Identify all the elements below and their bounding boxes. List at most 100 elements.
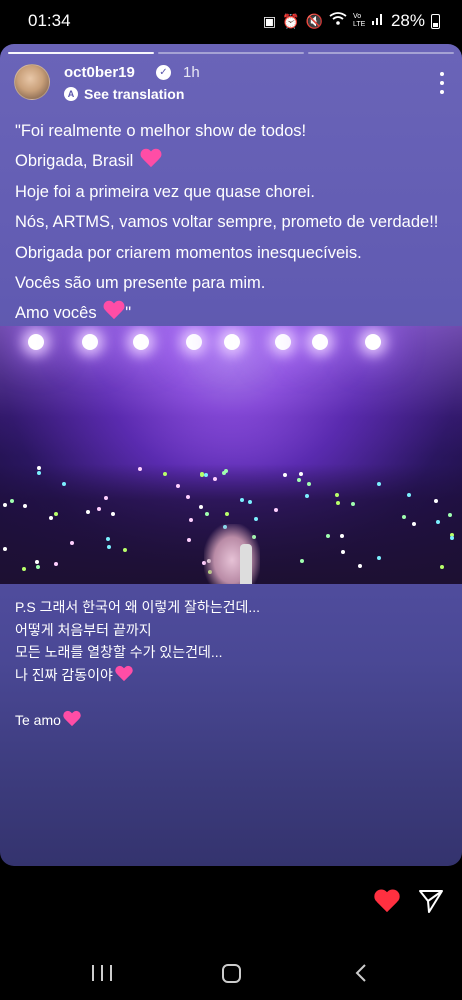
lightstick [440, 565, 444, 569]
status-bar: 01:34 ▣ ⏰ 🔇 Vo LTE 28% [0, 0, 462, 40]
android-nav-bar [0, 936, 462, 1000]
lightstick [23, 504, 27, 508]
lightstick [341, 550, 345, 554]
lightstick [176, 484, 180, 488]
stage-light-icon [133, 334, 149, 350]
lightstick [189, 518, 193, 522]
save-icon: ▣ [262, 13, 277, 29]
pink-heart-icon [115, 666, 133, 682]
stage-light-icon [312, 334, 328, 350]
lightstick [297, 478, 301, 482]
lightstick [274, 508, 278, 512]
translate-icon[interactable]: A [64, 87, 78, 101]
stage-light-icon [28, 334, 44, 350]
status-icons: ▣ ⏰ 🔇 Vo LTE 28% [263, 11, 440, 31]
send-icon[interactable] [418, 888, 444, 914]
lightstick [49, 516, 53, 520]
lightstick [199, 505, 203, 509]
ps-line: 모든 노래를 열창할 수가 있는건데... [15, 644, 223, 660]
lightstick [335, 493, 339, 497]
stage-light-icon [82, 334, 98, 350]
lightstick [107, 545, 111, 549]
pink-heart-icon [63, 711, 81, 727]
lightstick [163, 472, 167, 476]
lightstick [111, 512, 115, 516]
caption-line: "Foi realmente o melhor show de todos! [15, 122, 307, 140]
lightstick [62, 482, 66, 486]
lightstick [104, 496, 108, 500]
progress-segment [158, 52, 304, 54]
lightstick [222, 471, 226, 475]
lightstick [434, 499, 438, 503]
concert-photo [0, 326, 462, 584]
story-footer [0, 866, 462, 936]
verified-icon: ✓ [156, 65, 171, 80]
back-icon[interactable] [354, 963, 368, 983]
lightstick [10, 499, 14, 503]
lightstick [358, 564, 362, 568]
lightstick [407, 493, 411, 497]
ps-line: P.S 그래서 한국어 왜 이렇게 잘하는건데... [15, 599, 261, 615]
lightstick [36, 565, 40, 569]
lightstick [436, 520, 440, 524]
lightstick [70, 541, 74, 545]
lightstick [283, 473, 287, 477]
pink-heart-icon [103, 301, 125, 321]
lightstick [450, 536, 454, 540]
lightstick [106, 537, 110, 541]
lightstick [22, 567, 26, 571]
recents-icon[interactable] [92, 965, 112, 981]
lightstick [54, 512, 58, 516]
lightstick [336, 501, 340, 505]
lightstick [377, 556, 381, 560]
stage-light-icon [186, 334, 202, 350]
status-time: 01:34 [28, 11, 71, 30]
lightstick [448, 513, 452, 517]
stage-light-icon [365, 334, 381, 350]
lightstick [254, 517, 258, 521]
lightstick [204, 473, 208, 477]
stage-light-icon [224, 334, 240, 350]
username[interactable]: oct0ber19 [64, 64, 135, 81]
caption-line: Obrigada por criarem momentos inesquecív… [15, 243, 362, 262]
heart-icon[interactable] [373, 890, 401, 914]
lightstick [299, 472, 303, 476]
lightstick [37, 471, 41, 475]
progress-segment [308, 52, 454, 54]
see-translation-button[interactable]: See translation [84, 86, 184, 102]
lightstick [3, 547, 7, 551]
lightstick [225, 512, 229, 516]
ps-text: P.S 그래서 한국어 왜 이렇게 잘하는건데... 어떻게 처음부터 끝까지 … [15, 596, 455, 731]
lightstick [307, 482, 311, 486]
lightstick [37, 466, 41, 470]
time-ago: 1h [183, 64, 200, 81]
lightstick [54, 562, 58, 566]
battery-icon [431, 13, 440, 29]
lightstick [86, 510, 90, 514]
lightstick [326, 534, 330, 538]
lightstick [186, 495, 190, 499]
lightstick [138, 467, 142, 471]
lightstick [412, 522, 416, 526]
lightstick [402, 515, 406, 519]
lightstick [300, 559, 304, 563]
wifi-icon [329, 12, 347, 30]
more-options-icon[interactable] [436, 72, 448, 94]
lightstick [97, 507, 101, 511]
home-icon[interactable] [222, 964, 241, 983]
ps-line: 나 진짜 감동이야 [15, 664, 455, 687]
lightstick [200, 472, 204, 476]
signal-icon [371, 12, 385, 30]
stage-light-icon [275, 334, 291, 350]
pink-heart-icon [140, 149, 162, 169]
lightstick [305, 494, 309, 498]
lightstick [35, 560, 39, 564]
story-progress [8, 52, 454, 54]
avatar[interactable] [14, 64, 50, 100]
lightstick [240, 498, 244, 502]
lightstick [340, 534, 344, 538]
caption-line: Nós, ARTMS, vamos voltar sempre, prometo… [15, 213, 439, 232]
story-card[interactable]: oct0ber19 ✓ 1h A See translation "Foi re… [0, 44, 462, 866]
alarm-icon: ⏰ [282, 13, 300, 29]
lightstick [248, 500, 252, 504]
